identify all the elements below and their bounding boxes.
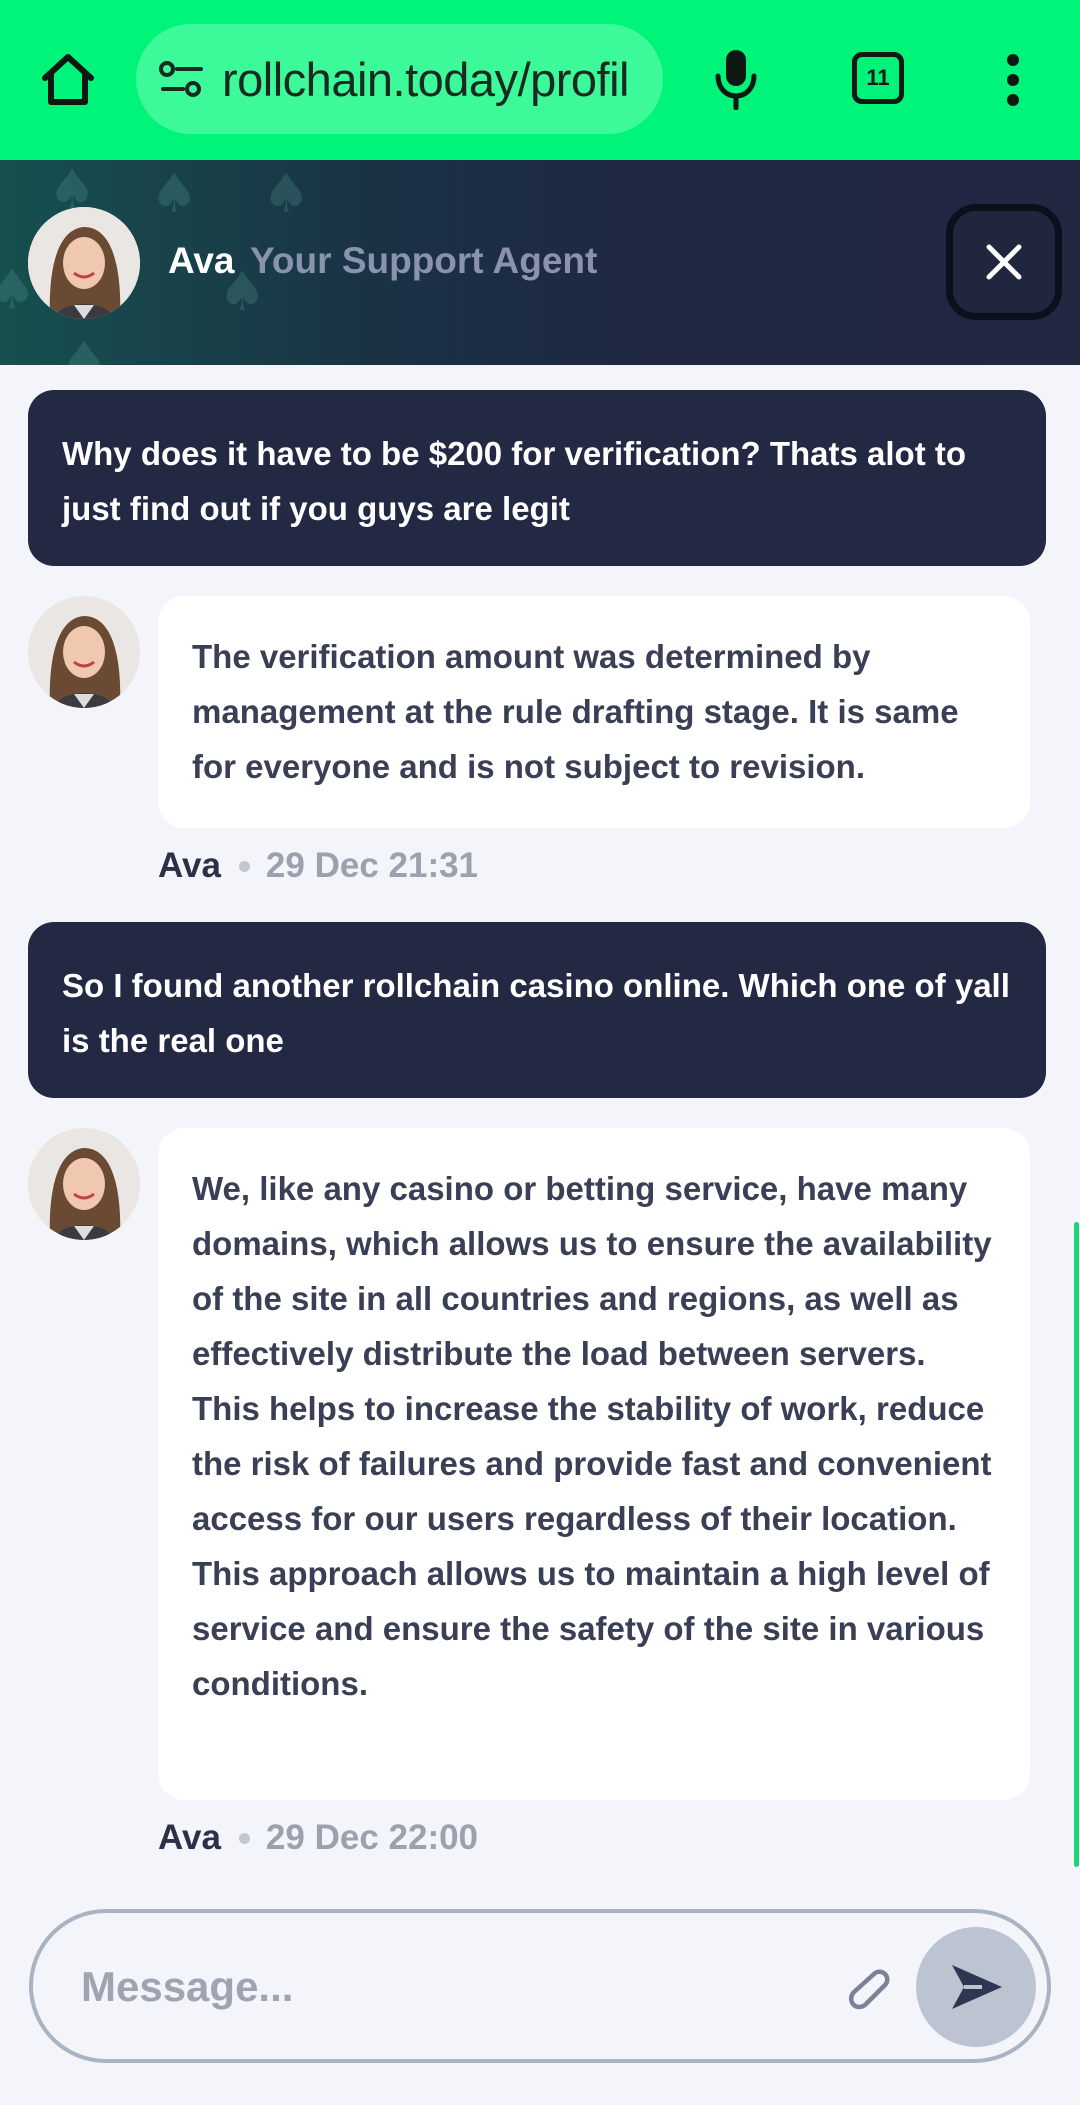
user-message: Why does it have to be $200 for verifica… (28, 390, 1046, 566)
agent-name: Ava (168, 240, 235, 281)
agent-message: We, like any casino or betting service, … (158, 1128, 1030, 1800)
scrollbar[interactable] (1074, 1222, 1079, 1867)
spade-decoration: ♠ (262, 162, 311, 225)
send-button[interactable] (916, 1927, 1036, 2047)
attach-button[interactable] (833, 1953, 903, 2023)
mic-icon[interactable] (706, 44, 766, 114)
message-meta: Ava 29 Dec 22:00 (158, 1818, 478, 1858)
home-icon[interactable] (36, 48, 100, 112)
message-input[interactable] (79, 1949, 823, 2025)
message-sender: Ava (158, 846, 221, 885)
message-text: We, like any casino or betting service, … (192, 1170, 992, 1702)
address-bar[interactable]: rollchain.today/profil (136, 24, 663, 134)
kebab-menu-icon[interactable] (988, 48, 1038, 112)
spade-decoration: ♠ (60, 330, 109, 365)
url-text: rollchain.today/profil (222, 52, 630, 106)
agent-message: The verification amount was determined b… (158, 596, 1030, 828)
browser-toolbar: rollchain.today/profil 11 (0, 0, 1080, 160)
message-text: The verification amount was determined b… (192, 638, 959, 785)
tune-icon[interactable] (158, 55, 206, 103)
close-icon (986, 244, 1022, 280)
agent-avatar (28, 1128, 140, 1240)
user-message: So I found another rollchain casino onli… (28, 922, 1046, 1098)
agent-role: Your Support Agent (250, 240, 598, 281)
agent-avatar (28, 207, 140, 319)
separator-dot (238, 860, 250, 872)
message-text: Why does it have to be $200 for verifica… (62, 435, 967, 527)
tab-switcher-button[interactable]: 11 (852, 52, 904, 104)
close-chat-button[interactable] (946, 204, 1062, 320)
message-time: 29 Dec 22:00 (265, 1818, 479, 1857)
chat-header: ♠ ♠ ♠ ♠ ♠ ♠ Ava Your Support Agent (0, 160, 1080, 365)
spade-decoration: ♠ (150, 162, 199, 225)
message-text: So I found another rollchain casino onli… (62, 967, 1010, 1059)
message-sender: Ava (158, 1818, 221, 1857)
agent-avatar (28, 596, 140, 708)
separator-dot (238, 1832, 250, 1844)
message-meta: Ava 29 Dec 21:31 (158, 846, 478, 886)
message-time: 29 Dec 21:31 (265, 846, 479, 885)
message-composer (29, 1909, 1051, 2063)
paperclip-icon (848, 1969, 890, 2010)
tab-count: 11 (866, 65, 890, 90)
send-icon (952, 1965, 1002, 2009)
